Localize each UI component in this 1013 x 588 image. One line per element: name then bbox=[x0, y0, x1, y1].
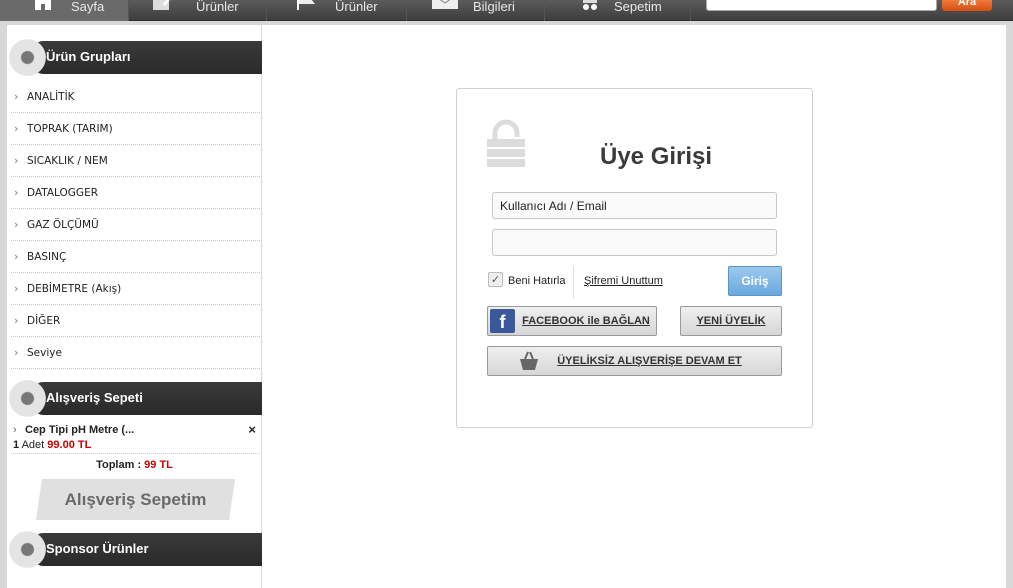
cart-item: › Cep Tipi pH Metre (... × 1 Adet 99.00 … bbox=[11, 422, 260, 454]
nav-item-products[interactable]: Ürünler bbox=[129, 0, 267, 21]
lock-icon bbox=[487, 119, 525, 167]
chevron-right-icon: › bbox=[14, 122, 19, 135]
nav-item-label: Sayfa bbox=[71, 0, 105, 14]
envelope-icon bbox=[432, 0, 458, 9]
category-item[interactable]: › Seviye bbox=[11, 337, 260, 369]
search-button[interactable]: Ara bbox=[942, 0, 992, 11]
categories-title: Ürün Grupları bbox=[46, 49, 131, 64]
search-input[interactable] bbox=[706, 0, 937, 11]
category-item[interactable]: › ANALİTİK bbox=[11, 81, 260, 113]
cart-item-price: 99.00 TL bbox=[47, 439, 92, 451]
facebook-icon: f bbox=[490, 309, 515, 333]
password-input[interactable] bbox=[492, 229, 777, 256]
category-item[interactable]: › DATALOGGER bbox=[11, 177, 260, 209]
category-item[interactable]: › GAZ ÖLÇÜMÜ bbox=[11, 209, 260, 241]
chevron-right-icon: › bbox=[13, 424, 17, 436]
nav-item-home[interactable]: Sayfa bbox=[0, 0, 129, 21]
cart-title: Alışveriş Sepeti bbox=[46, 390, 143, 405]
remove-item-icon[interactable]: × bbox=[248, 422, 256, 437]
pencil-icon bbox=[153, 0, 170, 10]
chevron-right-icon: › bbox=[14, 90, 19, 103]
cart-item-qty: 1 Adet 99.00 TL bbox=[13, 439, 92, 451]
cart-header: Alışveriş Sepeti bbox=[9, 380, 262, 417]
category-item[interactable]: › BASINÇ bbox=[11, 241, 260, 273]
top-navigation: Sayfa Ürünler Ürünler Bilgileri Sepetim … bbox=[0, 0, 1013, 21]
register-button[interactable]: YENİ ÜYELİK bbox=[680, 306, 782, 336]
chevron-right-icon: › bbox=[14, 346, 19, 359]
nav-item-cart[interactable]: Sepetim bbox=[545, 0, 691, 21]
nav-item-label: Sepetim bbox=[614, 0, 662, 14]
cart-icon bbox=[583, 0, 597, 10]
sponsor-title: Sponsor Ürünler bbox=[46, 541, 149, 556]
chevron-right-icon: › bbox=[14, 250, 19, 263]
divider bbox=[573, 266, 574, 298]
chevron-right-icon: › bbox=[14, 218, 19, 231]
page-content: Ürün Grupları › ANALİTİK › TOPRAK (TARIM) … bbox=[7, 25, 1006, 588]
login-button[interactable]: Giriş bbox=[728, 266, 782, 296]
remember-checkbox[interactable]: ✓ bbox=[488, 272, 503, 287]
guest-checkout-button[interactable]: ÜYELİKSİZ ALIŞVERİŞE DEVAM ET bbox=[487, 346, 782, 376]
forgot-password-link[interactable]: Şifremi Unuttum bbox=[584, 275, 663, 287]
cart-total: Toplam : 99 TL bbox=[96, 459, 173, 471]
chevron-right-icon: › bbox=[14, 186, 19, 199]
cart-item-name[interactable]: Cep Tipi pH Metre (... bbox=[25, 424, 134, 436]
chevron-right-icon: › bbox=[14, 282, 19, 295]
sponsor-header: Sponsor Ürünler bbox=[9, 531, 262, 568]
basket-icon bbox=[520, 351, 538, 370]
username-input[interactable] bbox=[492, 192, 777, 219]
nav-item-label: Ürünler bbox=[196, 0, 239, 14]
nav-item-label: Ürünler bbox=[335, 0, 378, 14]
view-cart-button[interactable]: Alışveriş Sepetim bbox=[36, 479, 235, 520]
category-item[interactable]: › SICAKLIK / NEM bbox=[11, 145, 260, 177]
chevron-right-icon: › bbox=[14, 154, 19, 167]
home-icon bbox=[35, 0, 51, 10]
nav-item-products-2[interactable]: Ürünler bbox=[267, 0, 407, 21]
nav-item-info[interactable]: Bilgileri bbox=[407, 0, 545, 21]
nav-item-label: Bilgileri bbox=[473, 0, 515, 14]
cart-total-value: 99 TL bbox=[144, 459, 173, 471]
login-title: Üye Girişi bbox=[600, 143, 713, 170]
chevron-right-icon: › bbox=[14, 314, 19, 327]
login-panel: Üye Girişi ✓ Beni Hatırla Şifremi Unuttu… bbox=[456, 88, 813, 428]
categories-header: Ürün Grupları bbox=[9, 39, 262, 76]
category-list: › ANALİTİK › TOPRAK (TARIM) › SICAKLIK / NE… bbox=[11, 81, 260, 369]
bullet-icon bbox=[9, 380, 46, 417]
bullet-icon bbox=[9, 531, 46, 568]
category-item[interactable]: › DİĞER bbox=[11, 305, 260, 337]
flag-icon bbox=[297, 0, 315, 10]
facebook-connect-button[interactable]: f FACEBOOK ile BAĞLAN bbox=[487, 306, 657, 336]
remember-label: Beni Hatırla bbox=[508, 275, 566, 287]
category-item[interactable]: › TOPRAK (TARIM) bbox=[11, 113, 260, 145]
bullet-icon bbox=[9, 39, 46, 76]
sidebar: Ürün Grupları › ANALİTİK › TOPRAK (TARIM) … bbox=[7, 25, 262, 588]
category-item[interactable]: › DEBİMETRE (Akış) bbox=[11, 273, 260, 305]
